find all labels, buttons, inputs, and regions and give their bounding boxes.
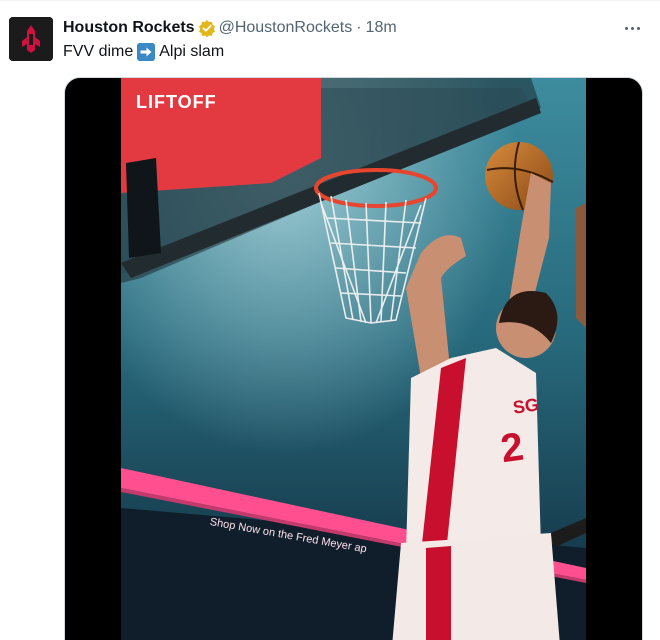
right-arrow-emoji-icon: [137, 43, 156, 61]
user-handle[interactable]: @HoustonRockets: [219, 18, 353, 38]
jersey-name: SG: [511, 394, 541, 418]
tweet-text-after: Alpi slam: [159, 43, 225, 60]
separator-dot: ·: [356, 19, 362, 36]
tweet-header: Houston Rockets @HoustonRockets · 18m: [63, 17, 397, 39]
tweet-card[interactable]: Houston Rockets @HoustonRockets · 18m FV…: [0, 0, 660, 640]
liftoff-logo: LIFTOFF: [136, 92, 217, 112]
video-player[interactable]: LIFTOFF Shop Now on the Fred Meyer ap SG…: [64, 77, 643, 640]
tweet-text-before: FVV dime: [63, 43, 134, 60]
more-options-icon[interactable]: [620, 18, 644, 38]
video-still: [121, 78, 586, 640]
rockets-logo-icon: [9, 17, 53, 61]
video-frame[interactable]: LIFTOFF Shop Now on the Fred Meyer ap SG…: [121, 78, 586, 640]
avatar[interactable]: [9, 17, 53, 61]
display-name[interactable]: Houston Rockets: [63, 18, 195, 38]
divider: [0, 0, 660, 1]
timestamp[interactable]: 18m: [366, 18, 397, 38]
tweet-text: FVV dime Alpi slam: [63, 42, 224, 62]
verified-badge-icon[interactable]: [198, 19, 216, 37]
